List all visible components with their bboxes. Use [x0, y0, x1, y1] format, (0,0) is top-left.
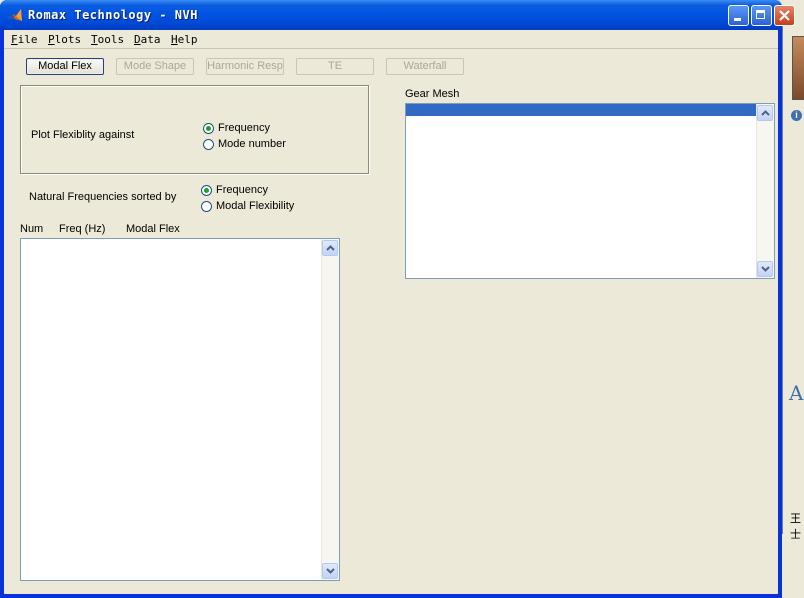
header-modal-flex: Modal Flex	[126, 223, 180, 235]
chevron-down-icon	[326, 568, 335, 574]
scroll-up-button[interactable]	[757, 105, 773, 121]
sort-label: Natural Frequencies sorted by	[29, 191, 177, 203]
plot-mode-number-radio[interactable]	[203, 139, 214, 150]
gear-mesh-listbox[interactable]	[405, 103, 775, 279]
plot-frequency-label[interactable]: Frequency	[218, 122, 270, 134]
menu-tools[interactable]: Tools	[91, 33, 124, 46]
scroll-down-button[interactable]	[322, 563, 338, 579]
minimize-button[interactable]	[728, 5, 749, 26]
chevron-down-icon	[761, 266, 770, 272]
sort-frequency-label[interactable]: Frequency	[216, 184, 268, 196]
sort-modal-flexibility-radio[interactable]	[201, 201, 212, 212]
maximize-button[interactable]	[751, 5, 772, 26]
harmonic-resp-button[interactable]: Harmonic Resp	[206, 58, 284, 75]
minimize-icon	[734, 18, 741, 21]
title-bar[interactable]: Romax Technology - NVH	[0, 0, 795, 30]
scroll-up-button[interactable]	[322, 240, 338, 256]
sort-frequency-radio[interactable]	[201, 185, 212, 196]
header-freq: Freq (Hz)	[59, 223, 106, 235]
background-window[interactable]: i A 王士	[782, 26, 804, 541]
info-icon: i	[791, 110, 802, 121]
menu-bar: File Plots Tools Data Help	[4, 30, 778, 49]
waterfall-button[interactable]: Waterfall	[386, 58, 464, 75]
header-num: Num	[20, 223, 44, 235]
main-window: Romax Technology - NVH File Plots Tools …	[0, 0, 795, 598]
matlab-icon	[8, 9, 22, 21]
client-area: File Plots Tools Data Help Modal Flex Mo…	[4, 30, 778, 594]
background-letter: A	[789, 381, 804, 405]
background-photo	[792, 36, 804, 100]
menu-data[interactable]: Data	[134, 33, 161, 46]
natural-frequencies-listbox[interactable]	[20, 238, 340, 581]
mode-shape-button[interactable]: Mode Shape	[116, 58, 194, 75]
menu-help[interactable]: Help	[171, 33, 198, 46]
close-button[interactable]	[774, 5, 795, 26]
plot-flexibility-label: Plot Flexiblity against	[31, 129, 135, 141]
window-title: Romax Technology - NVH	[28, 8, 198, 22]
menu-file[interactable]: File	[11, 33, 38, 46]
gear-mesh-label: Gear Mesh	[405, 88, 460, 100]
plot-frequency-radio[interactable]	[203, 123, 214, 134]
te-button[interactable]: TE	[296, 58, 374, 75]
menu-plots[interactable]: Plots	[48, 33, 81, 46]
plot-mode-number-label[interactable]: Mode number	[218, 138, 286, 150]
modal-flex-button[interactable]: Modal Flex	[26, 58, 104, 75]
maximize-icon	[756, 10, 765, 19]
close-icon	[779, 10, 790, 21]
sort-modal-flexibility-label[interactable]: Modal Flexibility	[216, 200, 294, 212]
gear-mesh-selected-row[interactable]	[406, 104, 757, 116]
chevron-up-icon	[326, 245, 335, 251]
frequencies-scrollbar[interactable]	[321, 239, 339, 580]
gear-mesh-scrollbar[interactable]	[756, 104, 774, 278]
scroll-down-button[interactable]	[757, 261, 773, 277]
background-text: 王士	[790, 513, 801, 541]
chevron-up-icon	[761, 110, 770, 116]
